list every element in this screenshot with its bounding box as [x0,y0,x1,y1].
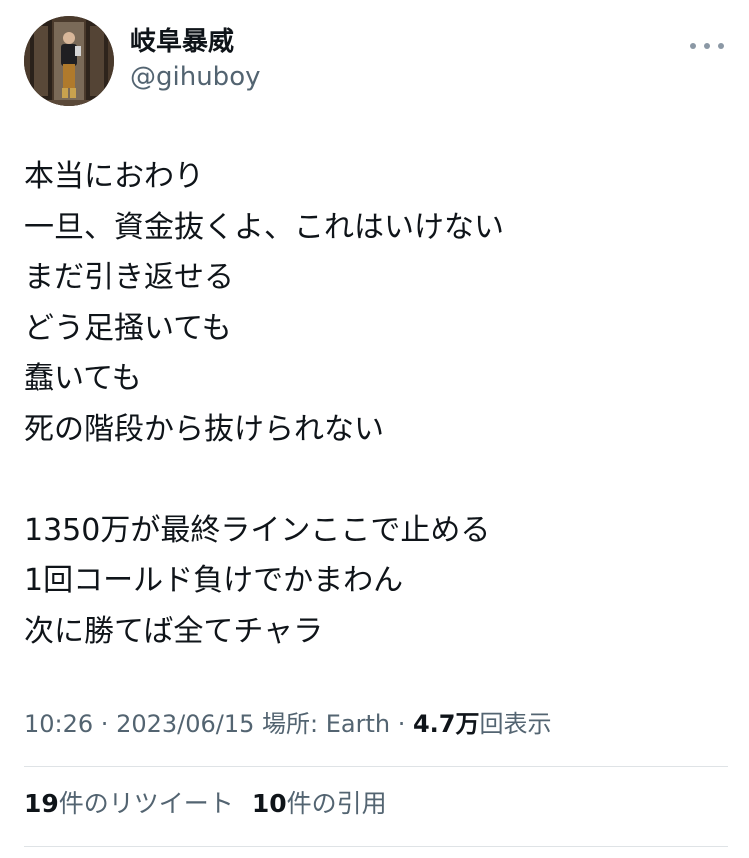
tweet-text-line: 次に勝てば全てチャラ [24,613,324,649]
location-link[interactable]: Earth [326,710,390,738]
divider [24,846,728,847]
views-label: 回表示 [479,710,552,738]
retweets-count: 19 [24,789,59,818]
author-display-name[interactable]: 岐阜暴威 [130,26,260,58]
more-options-button[interactable] [690,36,724,56]
avatar[interactable] [24,16,114,106]
more-horizontal-icon [690,43,696,49]
tweet-text-line: 一旦、資金抜くよ、これはいけない [24,209,504,245]
more-horizontal-icon-dot [704,43,710,49]
tweet-text-line: 1350万が最終ラインここで止める [24,512,491,548]
author-handle[interactable]: @gihuboy [130,60,260,94]
meta-separator: · [93,710,117,738]
quotes-count: 10 [251,789,287,818]
tweet-text-line: どう足掻いても [24,310,232,346]
retweets-stat[interactable]: 19件のリツイート [24,784,234,824]
meta-separator: · [390,710,413,738]
tweet: 岐阜暴威 @gihuboy 本当におわり 一旦、資金抜くよ、これはいけない まだ… [0,0,749,858]
more-horizontal-icon-dot [718,43,724,49]
tweet-time[interactable]: 10:26 [24,710,93,738]
tweet-date[interactable]: 2023/06/15 [116,710,254,738]
tweet-text-line: 死の階段から抜けられない [24,411,384,447]
tweet-text-line: 蠢いても [24,361,142,396]
views-count: 4.7万 [412,710,480,738]
tweet-text-line: 本当におわり [24,159,204,194]
tweet-header: 岐阜暴威 @gihuboy [24,16,724,108]
author-names: 岐阜暴威 @gihuboy [130,26,260,94]
location-label: 場所: [254,710,326,738]
tweet-text-line: まだ引き返せる [24,260,234,295]
tweet-meta: 10:26 · 2023/06/15 場所: Earth · 4.7万回表示 [24,704,552,744]
divider [24,766,728,767]
tweet-text-blank-line [24,455,724,506]
retweets-label: 件のリツイート [58,789,234,818]
tweet-text: 本当におわり 一旦、資金抜くよ、これはいけない まだ引き返せる どう足掻いても … [24,152,724,657]
tweet-stats: 19件のリツイート 10件の引用 [24,784,387,824]
tweet-text-line: 1回コールド負けでかまわん [24,563,404,598]
quotes-stat[interactable]: 10件の引用 [252,784,387,824]
quotes-label: 件の引用 [286,789,387,818]
avatar-photo [24,16,114,106]
